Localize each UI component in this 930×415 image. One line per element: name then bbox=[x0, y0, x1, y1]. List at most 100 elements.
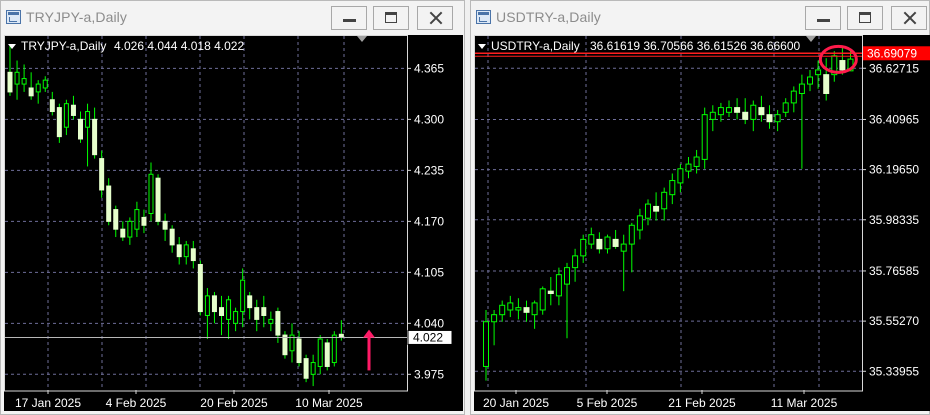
y-tick-label: 35.98335 bbox=[869, 213, 919, 227]
window-title: TRYJPY-a,Daily bbox=[26, 9, 127, 25]
title-bar[interactable]: TRYJPY-a,Daily bbox=[1, 1, 464, 35]
y-tick-label: 4.235 bbox=[414, 163, 444, 177]
chart-window-usdtry: USDTRY-a,Daily 36.62715 36.40965 36.19650 3… bbox=[470, 0, 930, 415]
candle-body bbox=[63, 103, 69, 128]
candle-body bbox=[21, 78, 27, 85]
candle-body bbox=[254, 307, 260, 320]
candle-body bbox=[596, 238, 603, 250]
y-tick-label: 36.62715 bbox=[869, 61, 919, 75]
candlestick-chart-svg[interactable]: 36.62715 36.40965 36.19650 35.98335 35.76585… bbox=[474, 35, 930, 411]
maximize-button[interactable] bbox=[847, 6, 883, 30]
chart-shift-marker-icon[interactable] bbox=[357, 36, 367, 42]
chart-window-tryjpy: TRYJPY-a,Daily 4.365 4.300 4.235 4.170 4.105… bbox=[0, 0, 465, 415]
close-button[interactable] bbox=[417, 6, 453, 30]
minimize-button[interactable] bbox=[331, 6, 367, 30]
candle-body bbox=[709, 111, 716, 120]
candle-body bbox=[197, 263, 203, 313]
candle-body bbox=[661, 191, 668, 210]
candle-body bbox=[190, 248, 196, 262]
x-tick-label: 11 Mar 2025 bbox=[771, 396, 838, 410]
candle-body bbox=[742, 111, 749, 120]
candle-body bbox=[106, 185, 112, 222]
candle-body bbox=[491, 314, 498, 323]
candle-body bbox=[92, 118, 98, 156]
candle-body bbox=[499, 304, 506, 316]
candle-body bbox=[261, 307, 267, 316]
window-title: USDTRY-a,Daily bbox=[496, 9, 601, 25]
minimize-button[interactable] bbox=[805, 6, 841, 30]
y-tick-label: 36.19650 bbox=[869, 163, 919, 177]
candle-body bbox=[296, 338, 302, 364]
candle-body bbox=[636, 215, 643, 231]
chart-shift-marker-icon[interactable] bbox=[806, 36, 816, 42]
title-bar[interactable]: USDTRY-a,Daily bbox=[471, 1, 929, 35]
candle-body bbox=[555, 274, 562, 297]
x-tick-label: 10 Mar 2025 bbox=[295, 396, 363, 410]
candle-body bbox=[56, 107, 62, 138]
y-tick-label: 35.76585 bbox=[869, 264, 919, 278]
chart-menu-triangle-icon[interactable] bbox=[478, 44, 486, 49]
candle-body bbox=[162, 220, 168, 230]
y-tick-label: 4.170 bbox=[414, 214, 444, 228]
candle-body bbox=[204, 295, 210, 316]
candle-body bbox=[310, 362, 316, 375]
candle-body bbox=[70, 104, 76, 116]
candlestick-chart-svg[interactable]: 4.365 4.300 4.235 4.170 4.105 4.040 3.975 17 Ja… bbox=[4, 35, 463, 411]
candle-body bbox=[766, 114, 773, 123]
y-tick-label: 4.105 bbox=[414, 265, 444, 279]
chart-info-symbol: USDTRY-a,Daily bbox=[491, 39, 580, 53]
candle-body bbox=[7, 71, 13, 93]
candle-body bbox=[717, 107, 724, 116]
candle-body bbox=[628, 224, 635, 245]
candle-body bbox=[815, 69, 822, 76]
candle-body bbox=[226, 299, 232, 320]
candle-body bbox=[693, 156, 700, 167]
candle-body bbox=[547, 290, 554, 295]
candle-body bbox=[134, 209, 140, 230]
current-price-label: 36.69079 bbox=[867, 46, 917, 60]
candle-body bbox=[685, 163, 692, 172]
price-chart[interactable]: 36.62715 36.40965 36.19650 35.98335 35.76585… bbox=[474, 35, 930, 411]
chart-info-symbol: TRYJPY-a,Daily bbox=[21, 39, 106, 53]
candle-body bbox=[774, 114, 781, 123]
candle-body bbox=[523, 307, 530, 313]
close-button[interactable] bbox=[891, 6, 927, 30]
chart-info-ohlc: 4.026 4.044 4.018 4.022 bbox=[114, 39, 244, 53]
candle-body bbox=[78, 118, 83, 140]
candle-body bbox=[823, 74, 830, 94]
candle-body bbox=[176, 244, 182, 258]
candle-body bbox=[620, 243, 627, 252]
candle-body bbox=[303, 358, 309, 379]
candle-body bbox=[612, 238, 619, 247]
chart-window-icon bbox=[476, 10, 491, 24]
candle-body bbox=[807, 76, 813, 85]
y-tick-label: 4.040 bbox=[414, 316, 444, 330]
candle-body bbox=[49, 99, 55, 113]
candle-body bbox=[240, 279, 246, 313]
candle-body bbox=[141, 216, 147, 226]
y-tick-label: 3.975 bbox=[414, 367, 444, 381]
y-tick-label: 35.55270 bbox=[869, 314, 919, 328]
candle-body bbox=[483, 321, 489, 367]
candle-body bbox=[14, 71, 20, 85]
candle-body bbox=[539, 288, 546, 311]
maximize-button[interactable] bbox=[373, 6, 409, 30]
price-chart[interactable]: 4.365 4.300 4.235 4.170 4.105 4.040 3.975 17 Ja… bbox=[4, 35, 463, 411]
candle-body bbox=[839, 60, 846, 71]
chart-window-icon bbox=[6, 10, 21, 24]
x-tick-label: 5 Feb 2025 bbox=[577, 396, 638, 410]
candle-body bbox=[282, 334, 288, 356]
x-tick-label: 20 Feb 2025 bbox=[200, 396, 268, 410]
candle-body bbox=[564, 267, 570, 285]
candle-body bbox=[669, 180, 676, 196]
candle-body bbox=[183, 244, 189, 258]
y-tick-label: 35.33955 bbox=[869, 364, 919, 378]
chart-menu-triangle-icon[interactable] bbox=[8, 44, 16, 49]
candle-body bbox=[268, 318, 274, 324]
candle-body bbox=[324, 342, 330, 367]
candle-body bbox=[148, 173, 154, 214]
up-arrow-head-icon bbox=[363, 329, 375, 338]
candle-body bbox=[211, 295, 217, 313]
candle-body bbox=[127, 220, 133, 238]
chart-info-ohlc: 36.61619 36.70566 36.61526 36.66600 bbox=[590, 39, 801, 53]
